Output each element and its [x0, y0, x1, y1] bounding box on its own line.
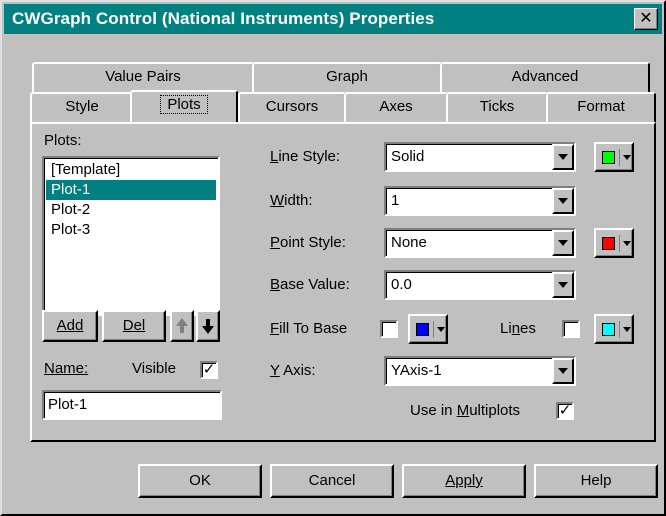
width-label: Width:: [270, 192, 313, 209]
y-axis-label: Y Axis:: [270, 362, 316, 379]
tab-ticks-label: Ticks: [479, 98, 515, 115]
tab-value-pairs[interactable]: Value Pairs: [32, 62, 254, 92]
plots-tab-panel: Plots: [Template] Plot-1 Plot-2 Plot-3 A…: [30, 122, 656, 442]
visible-label: Visible: [132, 360, 176, 377]
line-style-label-rest: ine Style:: [278, 148, 341, 165]
close-button[interactable]: ✕: [634, 8, 658, 30]
tab-ticks[interactable]: Ticks: [446, 92, 548, 122]
chevron-down-icon: [623, 155, 631, 160]
y-axis-value: YAxis-1: [391, 362, 442, 379]
color-button-divider: [619, 149, 620, 166]
color-button-divider: [619, 235, 620, 252]
color-button-divider: [619, 321, 620, 338]
tab-style-label: Style: [65, 98, 99, 115]
tab-cursors[interactable]: Cursors: [238, 92, 346, 122]
tab-graph-label: Graph: [326, 68, 368, 85]
list-item[interactable]: Plot-2: [48, 200, 93, 220]
tab-cursors-label: Cursors: [265, 98, 319, 115]
fill-to-base-label: Fill To Base: [270, 320, 348, 337]
lines-color-swatch: [602, 323, 615, 336]
name-input-value: Plot-1: [48, 396, 88, 413]
window-title: CWGraph Control (National Instruments) P…: [12, 9, 435, 28]
use-in-multiplots-checkbox[interactable]: ✓: [556, 402, 574, 420]
width-select[interactable]: 1: [384, 186, 576, 216]
list-item-selected[interactable]: Plot-1: [46, 180, 216, 200]
move-up-button[interactable]: [170, 310, 194, 342]
base-value-value: 0.0: [391, 276, 412, 293]
apply-button[interactable]: Apply: [402, 464, 526, 498]
down-arrow-icon: [202, 319, 214, 334]
tab-format[interactable]: Format: [546, 92, 656, 122]
chevron-down-icon[interactable]: [552, 272, 574, 298]
line-style-value: Solid: [391, 148, 425, 165]
chevron-down-icon[interactable]: [552, 230, 574, 256]
base-value-select[interactable]: 0.0: [384, 270, 576, 300]
tab-axes[interactable]: Axes: [344, 92, 448, 122]
use-in-multiplots-label: Use in Multiplots: [410, 402, 521, 419]
help-button[interactable]: Help: [534, 464, 658, 498]
name-input[interactable]: Plot-1: [42, 390, 222, 420]
point-color-swatch: [602, 237, 615, 250]
base-value-label: Base Value:: [270, 276, 350, 293]
point-style-value: None: [391, 234, 427, 251]
chevron-down-icon: [623, 327, 631, 332]
tab-plots-label: Plots: [160, 95, 208, 114]
lines-color-button[interactable]: [594, 314, 634, 344]
name-label: Name:: [44, 360, 89, 377]
fill-color-swatch: [416, 323, 429, 336]
line-style-label: Line Style:: [270, 148, 341, 165]
plots-listbox[interactable]: [Template] Plot-1 Plot-2 Plot-3: [42, 156, 220, 316]
chevron-down-icon: [437, 327, 445, 332]
move-down-button[interactable]: [196, 310, 220, 342]
title-bar: CWGraph Control (National Instruments) P…: [4, 4, 662, 34]
add-plot-label: Add: [56, 317, 84, 334]
chevron-down-icon[interactable]: [552, 144, 574, 170]
tab-value-pairs-label: Value Pairs: [105, 68, 181, 85]
list-item[interactable]: [Template]: [48, 160, 123, 180]
tab-plots[interactable]: Plots: [130, 90, 238, 122]
chevron-down-icon[interactable]: [552, 358, 574, 384]
point-style-select[interactable]: None: [384, 228, 576, 258]
fill-to-base-checkbox[interactable]: [380, 320, 398, 338]
tab-style[interactable]: Style: [30, 92, 134, 122]
apply-button-label: Apply: [445, 472, 483, 489]
point-color-button[interactable]: [594, 228, 634, 258]
chevron-down-icon: [623, 241, 631, 246]
lines-checkbox[interactable]: [562, 320, 580, 338]
delete-plot-label: Del: [122, 317, 146, 334]
tab-graph[interactable]: Graph: [252, 62, 442, 92]
chevron-down-icon[interactable]: [552, 188, 574, 214]
list-item[interactable]: Plot-3: [48, 220, 93, 240]
tab-format-label: Format: [577, 98, 625, 115]
up-arrow-icon: [176, 318, 188, 333]
point-style-label: Point Style:: [270, 234, 346, 251]
ok-button[interactable]: OK: [138, 464, 262, 498]
line-style-select[interactable]: Solid: [384, 142, 576, 172]
tab-advanced[interactable]: Advanced: [440, 62, 650, 92]
lines-label: Lines: [500, 320, 536, 337]
fill-color-button[interactable]: [408, 314, 448, 344]
plots-list-label: Plots:: [44, 132, 82, 149]
color-button-divider: [433, 321, 434, 338]
tab-advanced-label: Advanced: [511, 68, 579, 85]
y-axis-select[interactable]: YAxis-1: [384, 356, 576, 386]
delete-plot-button[interactable]: Del: [102, 310, 166, 342]
cancel-button[interactable]: Cancel: [270, 464, 394, 498]
visible-checkbox[interactable]: ✓: [200, 361, 218, 379]
line-color-button[interactable]: [594, 142, 634, 172]
add-plot-button[interactable]: Add: [42, 310, 98, 342]
line-color-swatch: [602, 151, 615, 164]
properties-dialog: CWGraph Control (National Instruments) P…: [0, 0, 666, 516]
width-value: 1: [391, 192, 400, 209]
tab-axes-label: Axes: [379, 98, 413, 115]
